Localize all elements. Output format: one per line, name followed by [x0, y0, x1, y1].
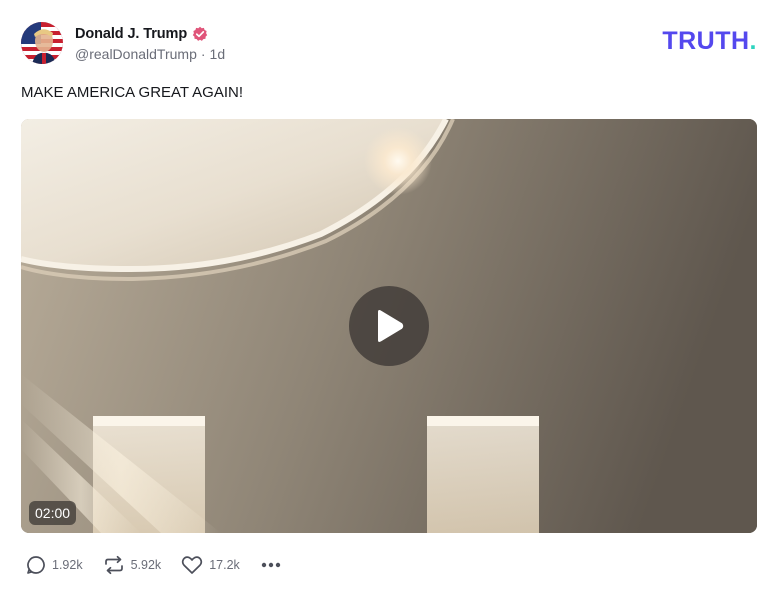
retruth-count: 5.92k: [130, 558, 162, 572]
truth-logo[interactable]: TRUTH.: [662, 27, 757, 56]
like-button[interactable]: 17.2k: [181, 555, 240, 575]
truth-post: Donald J. Trump @realDonaldTrump · 1d TR…: [0, 0, 778, 595]
retruth-button[interactable]: 5.92k: [103, 555, 162, 575]
play-button[interactable]: [349, 286, 429, 366]
author-meta: @realDonaldTrump · 1d: [75, 46, 225, 64]
logo-dot: .: [749, 27, 757, 55]
logo-text: TRUTH: [662, 27, 750, 55]
reply-count: 1.92k: [52, 558, 83, 572]
video-duration-badge: 02:00: [29, 501, 77, 525]
post-actions: 1.92k 5.92k 17.2k: [26, 554, 282, 576]
video-player[interactable]: 02:00: [21, 119, 757, 533]
like-count: 17.2k: [209, 558, 240, 572]
more-icon: [261, 562, 280, 568]
reply-button[interactable]: 1.92k: [26, 555, 83, 575]
post-age[interactable]: 1d: [210, 46, 226, 64]
heart-icon: [182, 556, 203, 574]
avatar-image: [21, 22, 63, 64]
post-text: MAKE AMERICA GREAT AGAIN!: [21, 84, 244, 101]
verified-badge-icon: [192, 26, 208, 42]
reply-icon: [27, 556, 45, 574]
author-handle[interactable]: @realDonaldTrump: [75, 46, 197, 64]
avatar[interactable]: [21, 22, 63, 64]
meta-separator: ·: [200, 46, 206, 62]
author-name-row: Donald J. Trump: [75, 24, 208, 44]
more-options-button[interactable]: [260, 561, 282, 569]
retruth-icon: [104, 555, 123, 575]
post-header: Donald J. Trump @realDonaldTrump · 1d TR…: [21, 22, 757, 66]
play-icon: [378, 310, 404, 342]
author-display-name[interactable]: Donald J. Trump: [75, 26, 187, 42]
